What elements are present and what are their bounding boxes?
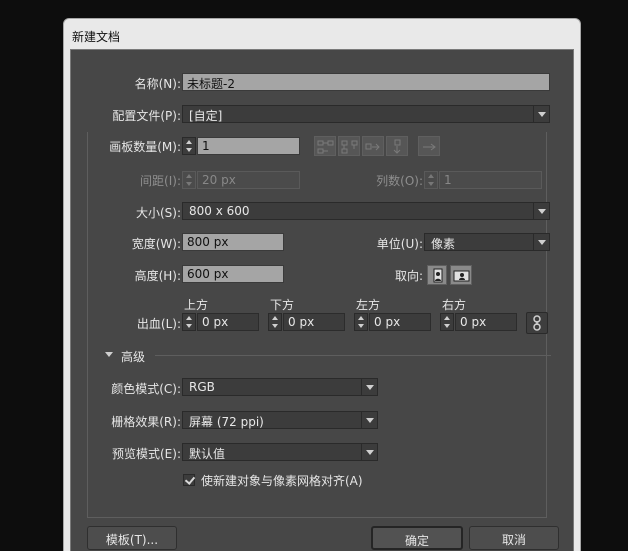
landscape-orientation-icon[interactable]: [450, 265, 472, 285]
chevron-down-icon: [533, 106, 549, 122]
profile-label: 配置文件(P):: [112, 109, 181, 123]
cancel-button[interactable]: 取消: [469, 526, 559, 550]
size-select[interactable]: 800 x 600: [182, 202, 550, 220]
bleed-top-input[interactable]: 0 px: [197, 313, 259, 331]
dialog-title: 新建文档: [72, 30, 121, 44]
color-mode-select[interactable]: RGB: [182, 378, 378, 396]
bleed-left-stepper[interactable]: [354, 313, 368, 331]
profile-select[interactable]: [自定]: [182, 105, 550, 123]
color-mode-label: 颜色模式(C):: [111, 382, 181, 396]
chevron-down-icon: [361, 379, 377, 395]
units-value: 像素: [431, 237, 456, 251]
preview-mode-value: 默认值: [189, 447, 226, 461]
templates-button[interactable]: 模板(T)...: [87, 526, 177, 550]
advanced-section-label[interactable]: 高级: [121, 348, 145, 365]
bleed-left-label: 左方: [356, 298, 381, 312]
portrait-orientation-icon[interactable]: [427, 265, 447, 285]
bleed-bottom-label: 下方: [270, 298, 295, 312]
raster-effects-value: 屏幕 (72 ppi): [189, 415, 264, 429]
chevron-down-icon: [361, 444, 377, 460]
height-label: 高度(H):: [134, 269, 181, 283]
collapse-triangle-icon[interactable]: [105, 352, 113, 357]
new-document-dialog: 新建文档 名称(N): 未标题-2 配置文件(P): [自定] 画板数量(M):…: [63, 18, 581, 551]
link-bleed-chain-icon[interactable]: [526, 312, 548, 334]
orientation-label: 取向:: [394, 269, 423, 283]
units-label: 单位(U):: [376, 237, 423, 251]
chevron-down-icon: [361, 412, 377, 428]
preview-mode-label: 预览模式(E):: [112, 447, 181, 461]
align-pixel-grid-checkbox[interactable]: [183, 474, 195, 486]
size-value: 800 x 600: [189, 204, 250, 218]
artboards-label: 画板数量(M):: [109, 140, 181, 154]
arrange-by-column-icon[interactable]: [386, 136, 408, 156]
bleed-top-stepper[interactable]: [182, 313, 196, 331]
bleed-right-stepper[interactable]: [440, 313, 454, 331]
bleed-bottom-input[interactable]: 0 px: [283, 313, 345, 331]
arrange-grid-by-row-icon[interactable]: [314, 136, 336, 156]
advanced-divider: [155, 355, 551, 356]
chevron-down-icon: [533, 203, 549, 219]
units-select[interactable]: 像素: [424, 233, 550, 251]
bleed-left-input[interactable]: 0 px: [369, 313, 431, 331]
arrange-by-row-icon[interactable]: [362, 136, 384, 156]
spacing-label: 间距(I):: [140, 174, 181, 188]
size-label: 大小(S):: [135, 206, 181, 220]
spacing-input[interactable]: 20 px: [197, 171, 300, 189]
right-to-left-layout-icon[interactable]: [418, 136, 440, 156]
bleed-right-label: 右方: [442, 298, 467, 312]
bleed-top-label: 上方: [184, 298, 209, 312]
columns-stepper[interactable]: [424, 171, 438, 189]
name-input[interactable]: 未标题-2: [182, 73, 550, 91]
width-label: 宽度(W):: [131, 237, 181, 251]
bleed-bottom-stepper[interactable]: [268, 313, 282, 331]
arrange-grid-by-column-icon[interactable]: [338, 136, 360, 156]
dialog-content: 名称(N): 未标题-2 配置文件(P): [自定] 画板数量(M): 1 间距…: [70, 49, 574, 551]
spacing-stepper[interactable]: [182, 171, 196, 189]
columns-label: 列数(O):: [376, 174, 423, 188]
artboards-stepper[interactable]: [182, 137, 196, 155]
name-label: 名称(N):: [134, 77, 181, 91]
preview-mode-select[interactable]: 默认值: [182, 443, 378, 461]
ok-button[interactable]: 确定: [371, 526, 463, 550]
bleed-label: 出血(L):: [136, 317, 181, 331]
columns-input[interactable]: 1: [439, 171, 542, 189]
align-pixel-grid-label[interactable]: 使新建对象与像素网格对齐(A): [201, 472, 363, 489]
chevron-down-icon: [533, 234, 549, 250]
bleed-right-input[interactable]: 0 px: [455, 313, 517, 331]
width-input[interactable]: 800 px: [182, 233, 284, 251]
raster-effects-select[interactable]: 屏幕 (72 ppi): [182, 411, 378, 429]
raster-effects-label: 栅格效果(R):: [111, 415, 181, 429]
artboards-input[interactable]: 1: [197, 137, 300, 155]
height-input[interactable]: 600 px: [182, 265, 284, 283]
profile-value: [自定]: [189, 109, 223, 123]
color-mode-value: RGB: [189, 380, 215, 394]
